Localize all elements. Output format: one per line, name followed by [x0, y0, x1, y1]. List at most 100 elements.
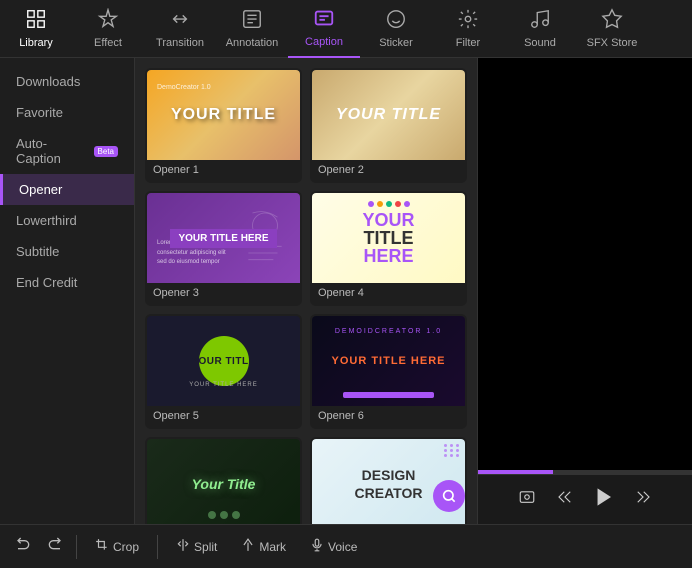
card-opener1[interactable]: DemoCreator 1.0 YOUR TITLE Opener 1 — [145, 68, 302, 183]
transition-icon — [169, 8, 191, 34]
card-opener6[interactable]: DEMOIDCREATOR 1.0 YOUR TITLE HERE Opener… — [310, 314, 467, 429]
cards-panel: DemoCreator 1.0 YOUR TITLE Opener 1 YOUR… — [135, 58, 477, 524]
cards-grid: DemoCreator 1.0 YOUR TITLE Opener 1 YOUR… — [145, 68, 467, 524]
nav-sound-label: Sound — [524, 37, 556, 49]
sticker-icon — [385, 8, 407, 34]
card-opener3[interactable]: YOUR TITLE HERE Lorem ipsum dolor sit am… — [145, 191, 302, 306]
play-button[interactable] — [590, 483, 618, 516]
card-opener2-label: Opener 2 — [312, 160, 465, 181]
nav-sfxstore[interactable]: SFX Store — [576, 0, 648, 58]
card-opener4-thumbnail: YOUR TITLE HERE — [312, 193, 465, 283]
mark-label: Mark — [259, 540, 286, 554]
progress-bar-area — [478, 470, 692, 474]
opener8-corner-dots — [444, 444, 460, 457]
library-icon — [25, 8, 47, 34]
search-button[interactable] — [433, 480, 465, 512]
opener4-line1: YOUR — [362, 211, 414, 229]
nav-caption[interactable]: Caption — [288, 0, 360, 58]
card-opener5-thumbnail: YOUR TITLE YOUR TITLE HERE — [147, 316, 300, 406]
voice-label: Voice — [328, 540, 357, 554]
redo-button[interactable] — [40, 532, 68, 561]
undo-button[interactable] — [10, 532, 38, 561]
beta-badge: Beta — [94, 146, 118, 157]
nav-annotation-label: Annotation — [226, 37, 279, 49]
crop-label: Crop — [113, 540, 139, 554]
sidebar-item-endcredit[interactable]: End Credit — [0, 267, 134, 298]
nav-annotation[interactable]: Annotation — [216, 0, 288, 58]
sidebar: Downloads Favorite Auto-Caption Beta Ope… — [0, 58, 135, 524]
nav-filter[interactable]: Filter — [432, 0, 504, 58]
nav-caption-label: Caption — [305, 36, 343, 48]
screenshot-button[interactable] — [514, 484, 540, 515]
card-opener1-thumbnail: DemoCreator 1.0 YOUR TITLE — [147, 70, 300, 160]
nav-sticker[interactable]: Sticker — [360, 0, 432, 58]
nav-filter-label: Filter — [456, 37, 480, 49]
effect-icon — [97, 8, 119, 34]
opener4-line2: TITLE — [363, 229, 413, 247]
top-navigation: Library Effect Transition Annotation Cap… — [0, 0, 692, 58]
opener7-title: Your Title — [192, 476, 256, 492]
opener2-title: YOUR TITLE — [336, 106, 441, 124]
caption-icon — [313, 7, 335, 33]
filter-icon — [457, 8, 479, 34]
panel-wrapper: DemoCreator 1.0 YOUR TITLE Opener 1 YOUR… — [135, 58, 477, 524]
opener4-title-block: YOUR TITLE HERE — [362, 211, 414, 265]
opener6-shape — [343, 392, 435, 398]
bottom-toolbar: Crop Split Mark Voice — [0, 524, 692, 568]
card-opener3-label: Opener 3 — [147, 283, 300, 304]
mark-button[interactable]: Mark — [231, 533, 296, 560]
card-opener5-label: Opener 5 — [147, 406, 300, 427]
opener6-title: YOUR TITLE HERE — [331, 355, 445, 367]
progress-bar-fill — [478, 470, 553, 474]
sidebar-opener-label: Opener — [19, 182, 62, 197]
split-button[interactable]: Split — [166, 533, 227, 560]
crop-button[interactable]: Crop — [85, 533, 149, 560]
nav-transition-label: Transition — [156, 37, 204, 49]
card-opener7[interactable]: Your Title Opener 7 — [145, 437, 302, 524]
opener1-sub: DemoCreator 1.0 — [157, 84, 211, 91]
voice-icon — [310, 538, 324, 555]
sidebar-favorite-label: Favorite — [16, 105, 63, 120]
opener4-line3: HERE — [363, 247, 413, 265]
sidebar-subtitle-label: Subtitle — [16, 244, 59, 259]
opener5-circle: YOUR TITLE — [199, 336, 249, 386]
rewind-button[interactable] — [552, 484, 578, 515]
card-opener5[interactable]: YOUR TITLE YOUR TITLE HERE Opener 5 — [145, 314, 302, 429]
sidebar-item-favorite[interactable]: Favorite — [0, 97, 134, 128]
card-opener4[interactable]: YOUR TITLE HERE Opener 4 — [310, 191, 467, 306]
sidebar-downloads-label: Downloads — [16, 74, 80, 89]
nav-transition[interactable]: Transition — [144, 0, 216, 58]
card-opener6-label: Opener 6 — [312, 406, 465, 427]
forward-button[interactable] — [630, 484, 656, 515]
undo-redo-group — [10, 532, 68, 561]
opener3-title: YOUR TITLE HERE — [170, 229, 276, 248]
nav-sound[interactable]: Sound — [504, 0, 576, 58]
split-icon — [176, 538, 190, 555]
nav-effect[interactable]: Effect — [72, 0, 144, 58]
preview-controls — [478, 474, 692, 524]
right-panel — [477, 58, 692, 524]
opener4-dots — [368, 201, 410, 207]
sidebar-item-subtitle[interactable]: Subtitle — [0, 236, 134, 267]
sidebar-item-autocaption[interactable]: Auto-Caption Beta — [0, 128, 134, 174]
toolbar-divider-2 — [157, 535, 158, 559]
card-opener3-thumbnail: YOUR TITLE HERE Lorem ipsum dolor sit am… — [147, 193, 300, 283]
sidebar-autocaption-label: Auto-Caption — [16, 136, 86, 166]
voice-button[interactable]: Voice — [300, 533, 367, 560]
sidebar-item-opener[interactable]: Opener — [0, 174, 134, 205]
opener7-circles — [208, 511, 240, 519]
sfxstore-icon — [601, 8, 623, 34]
preview-area — [478, 58, 692, 470]
main-content: Downloads Favorite Auto-Caption Beta Ope… — [0, 58, 692, 524]
toolbar-divider-1 — [76, 535, 77, 559]
card-opener2[interactable]: YOUR TITLE Opener 2 — [310, 68, 467, 183]
nav-library[interactable]: Library — [0, 0, 72, 58]
opener1-title: YOUR TITLE — [171, 106, 276, 124]
crop-icon — [95, 538, 109, 555]
sidebar-item-lowerthird[interactable]: Lowerthird — [0, 205, 134, 236]
sidebar-item-downloads[interactable]: Downloads — [0, 66, 134, 97]
mark-icon — [241, 538, 255, 555]
nav-sfxstore-label: SFX Store — [587, 37, 638, 49]
sidebar-endcredit-label: End Credit — [16, 275, 77, 290]
annotation-icon — [241, 8, 263, 34]
